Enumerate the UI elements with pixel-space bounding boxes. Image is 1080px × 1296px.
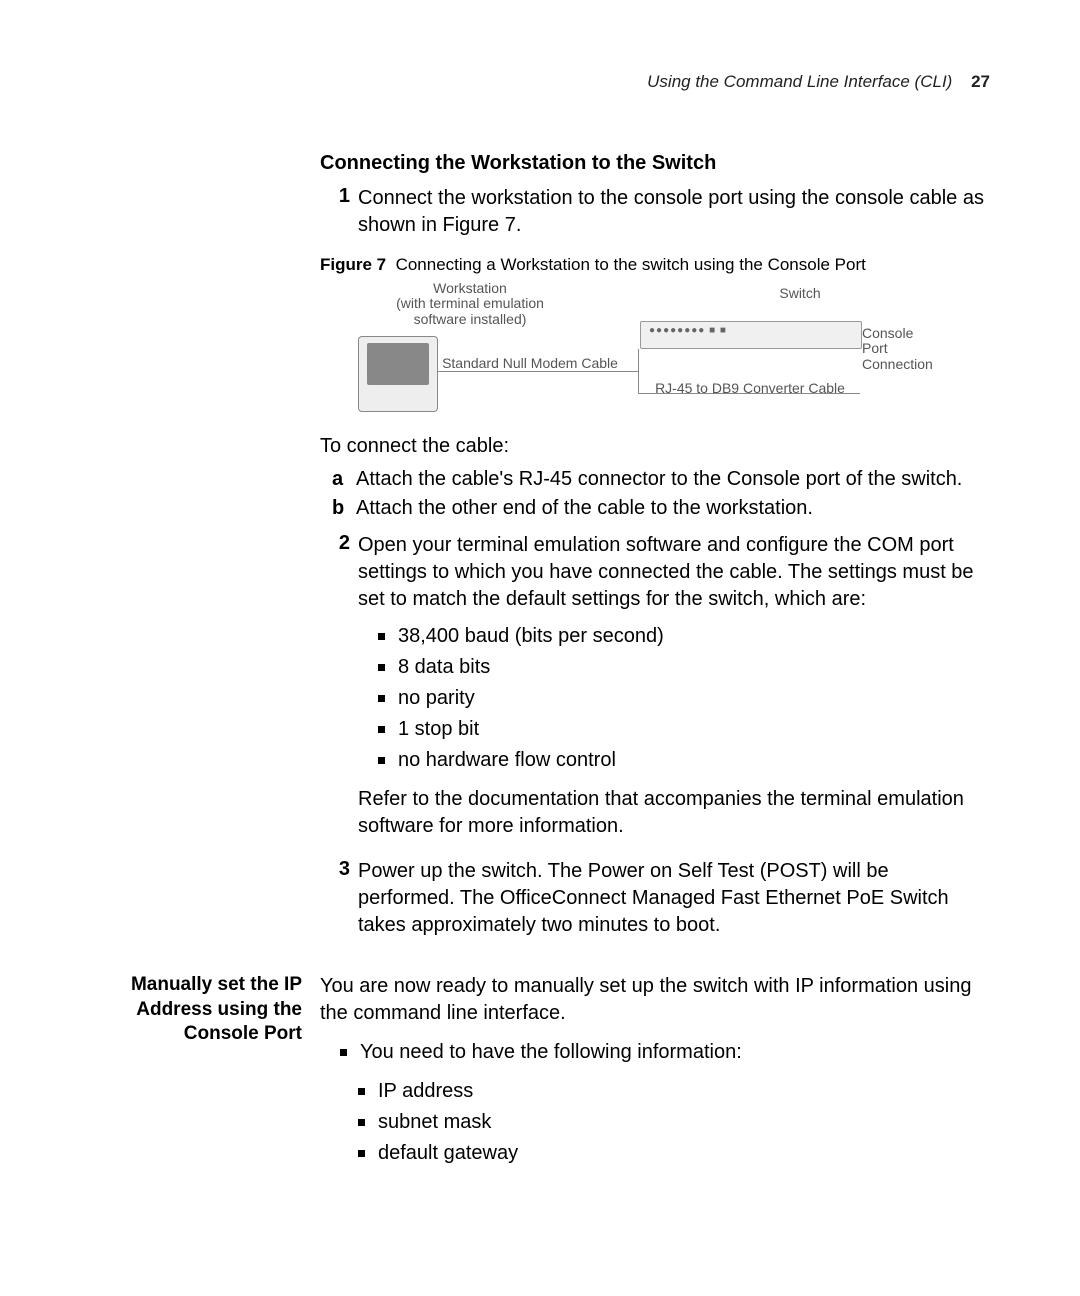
connect-intro: To connect the cable: — [320, 435, 990, 458]
workstation-icon — [358, 336, 438, 412]
side-heading: Manually set the IP Address using the Co… — [100, 973, 320, 1177]
list-item: default gateway — [350, 1138, 990, 1169]
step-text: Open your terminal emulation software an… — [358, 532, 990, 613]
cable-line — [638, 393, 860, 394]
console-port-label: Console Port Connection — [862, 326, 942, 372]
figure-7-diagram: Workstation (with terminal emulation sof… — [320, 281, 940, 421]
rj45-cable-label: RJ-45 to DB9 Converter Cable — [650, 381, 850, 396]
step-number: 3 — [320, 858, 350, 939]
substep-label: a — [332, 468, 356, 491]
step-number: 2 — [320, 532, 350, 850]
list-item: no hardware flow control — [370, 745, 990, 776]
step-text: Power up the switch. The Power on Self T… — [358, 858, 990, 939]
step-number: 1 — [320, 185, 350, 239]
substep-b: b Attach the other end of the cable to t… — [332, 497, 990, 520]
figure-label: Figure 7 — [320, 255, 386, 274]
substep-label: b — [332, 497, 356, 520]
running-header: Using the Command Line Interface (CLI) 2… — [100, 72, 990, 92]
workstation-label: Workstation (with terminal emulation sof… — [380, 281, 560, 327]
figure-caption-text: Connecting a Workstation to the switch u… — [396, 255, 866, 274]
section2-intro: You are now ready to manually set up the… — [320, 973, 990, 1027]
list-item: You need to have the following informati… — [332, 1037, 990, 1068]
switch-icon — [640, 321, 862, 349]
standard-cable-label: Standard Null Modem Cable — [440, 356, 620, 371]
header-title: Using the Command Line Interface (CLI) — [647, 72, 952, 91]
substep-text: Attach the other end of the cable to the… — [356, 497, 813, 520]
switch-label: Switch — [760, 286, 840, 301]
list-item: 38,400 baud (bits per second) — [370, 621, 990, 652]
outer-list: You need to have the following informati… — [332, 1037, 990, 1068]
figure-caption: Figure 7 Connecting a Workstation to the… — [320, 255, 990, 275]
list-item: IP address — [350, 1076, 990, 1107]
substep-a: a Attach the cable's RJ-45 connector to … — [332, 468, 990, 491]
step-3: 3 Power up the switch. The Power on Self… — [320, 858, 990, 939]
substep-text: Attach the cable's RJ-45 connector to th… — [356, 468, 962, 491]
step-2: 2 Open your terminal emulation software … — [320, 532, 990, 850]
list-item: subnet mask — [350, 1107, 990, 1138]
step-text: Connect the workstation to the console p… — [358, 185, 990, 239]
list-item: 8 data bits — [370, 652, 990, 683]
list-item: 1 stop bit — [370, 714, 990, 745]
list-item: no parity — [370, 683, 990, 714]
page-number: 27 — [971, 72, 990, 91]
settings-list: 38,400 baud (bits per second) 8 data bit… — [370, 621, 990, 776]
cable-line — [638, 349, 639, 393]
step2-after: Refer to the documentation that accompan… — [358, 786, 990, 840]
cable-line — [438, 371, 638, 372]
info-list: IP address subnet mask default gateway — [350, 1076, 990, 1169]
step-1: 1 Connect the workstation to the console… — [320, 185, 990, 239]
section-heading: Connecting the Workstation to the Switch — [320, 152, 990, 175]
